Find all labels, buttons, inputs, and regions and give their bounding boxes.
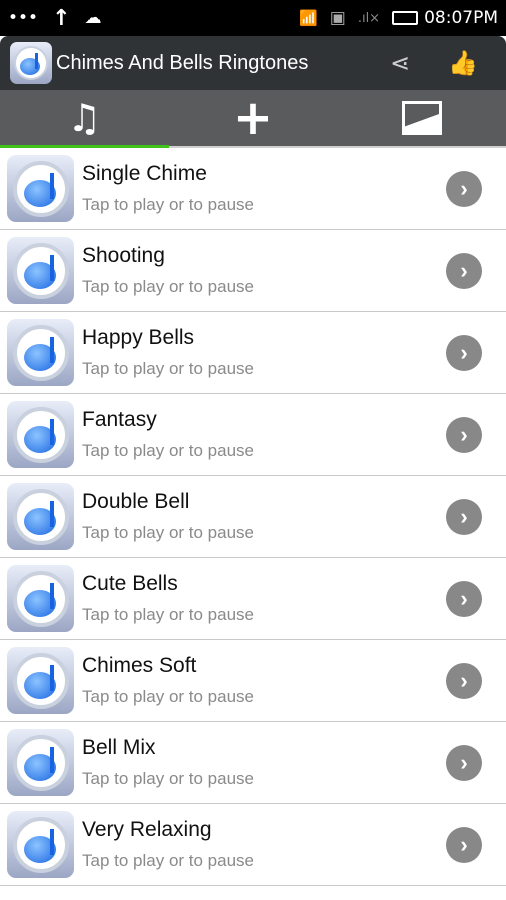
tab-bar: ♫ + [0,90,506,148]
chevron-right-icon[interactable]: › [446,662,482,699]
chevron-right-icon[interactable]: › [446,580,482,617]
ringtone-subtitle: Tap to play or to pause [82,769,255,788]
tab-add[interactable]: + [169,90,338,146]
share-icon[interactable]: ⋖ [390,49,410,77]
chevron-right-icon[interactable]: › [446,252,482,289]
ringtone-subtitle: Tap to play or to pause [82,605,255,624]
chevron-right-icon[interactable]: › [446,334,482,371]
weather-icon: ☁ [84,8,102,28]
music-file-icon [7,401,74,468]
chevron-right-icon[interactable]: › [446,170,482,207]
music-file-icon [7,811,74,878]
list-item[interactable]: Double Bell Tap to play or to pause › [0,476,506,558]
ringtone-name: Shooting [82,244,165,267]
wifi-icon: 📶 [299,9,318,27]
list-item[interactable]: Single Chime Tap to play or to pause › [0,148,506,230]
ringtone-name: Fantasy [82,408,157,431]
upload-arrow-icon: ↑ [52,5,71,31]
clock: 08:07PM [424,8,498,28]
music-file-icon [7,565,74,632]
ringtone-name: Double Bell [82,490,190,513]
app-icon [10,42,52,84]
list-item[interactable]: Fantasy Tap to play or to pause › [0,394,506,476]
music-file-icon [7,483,74,550]
ringtone-subtitle: Tap to play or to pause [82,277,255,296]
ringtone-subtitle: Tap to play or to pause [82,359,255,378]
chevron-right-icon[interactable]: › [446,826,482,863]
chevron-right-icon[interactable]: › [446,498,482,535]
chevron-right-icon[interactable]: › [446,744,482,781]
status-bar: ••• ↑ ☁ 📶 ▣ .ıl× 08:07PM [0,0,506,36]
music-file-icon [7,237,74,304]
tab-wallpapers[interactable] [337,90,506,146]
music-file-icon [7,319,74,386]
ringtone-list[interactable]: Single Chime Tap to play or to pause › S… [0,148,506,886]
ringtone-name: Single Chime [82,162,207,185]
ringtone-name: Chimes Soft [82,654,197,677]
action-bar: Chimes And Bells Ringtones ⋖ 👍 [0,36,506,90]
more-dots-icon: ••• [8,8,39,28]
thumbs-up-icon[interactable]: 👍 [448,49,478,77]
sim-error-icon: ▣ [329,8,346,28]
list-item[interactable]: Happy Bells Tap to play or to pause › [0,312,506,394]
ringtone-subtitle: Tap to play or to pause [82,195,255,214]
list-item[interactable]: Cute Bells Tap to play or to pause › [0,558,506,640]
music-file-icon [7,729,74,796]
image-icon [401,101,442,135]
list-item[interactable]: Chimes Soft Tap to play or to pause › [0,640,506,722]
ringtone-subtitle: Tap to play or to pause [82,687,255,706]
battery-icon [392,11,419,25]
ringtone-subtitle: Tap to play or to pause [82,441,255,460]
music-file-icon [7,155,74,222]
list-item[interactable]: Shooting Tap to play or to pause › [0,230,506,312]
ringtone-subtitle: Tap to play or to pause [82,523,255,542]
music-file-icon [7,647,74,714]
music-note-icon: ♫ [67,96,102,140]
plus-icon: + [232,90,274,146]
signal-icon: .ıl× [357,10,381,26]
ringtone-name: Cute Bells [82,572,178,595]
list-item[interactable]: Bell Mix Tap to play or to pause › [0,722,506,804]
list-item[interactable]: Very Relaxing Tap to play or to pause › [0,804,506,886]
ringtone-name: Very Relaxing [82,818,212,841]
ringtone-name: Happy Bells [82,326,195,349]
ringtone-name: Bell Mix [82,736,156,759]
chevron-right-icon[interactable]: › [446,416,482,453]
tab-ringtones[interactable]: ♫ [0,90,169,148]
app-title: Chimes And Bells Ringtones [56,51,309,74]
ringtone-subtitle: Tap to play or to pause [82,851,255,870]
